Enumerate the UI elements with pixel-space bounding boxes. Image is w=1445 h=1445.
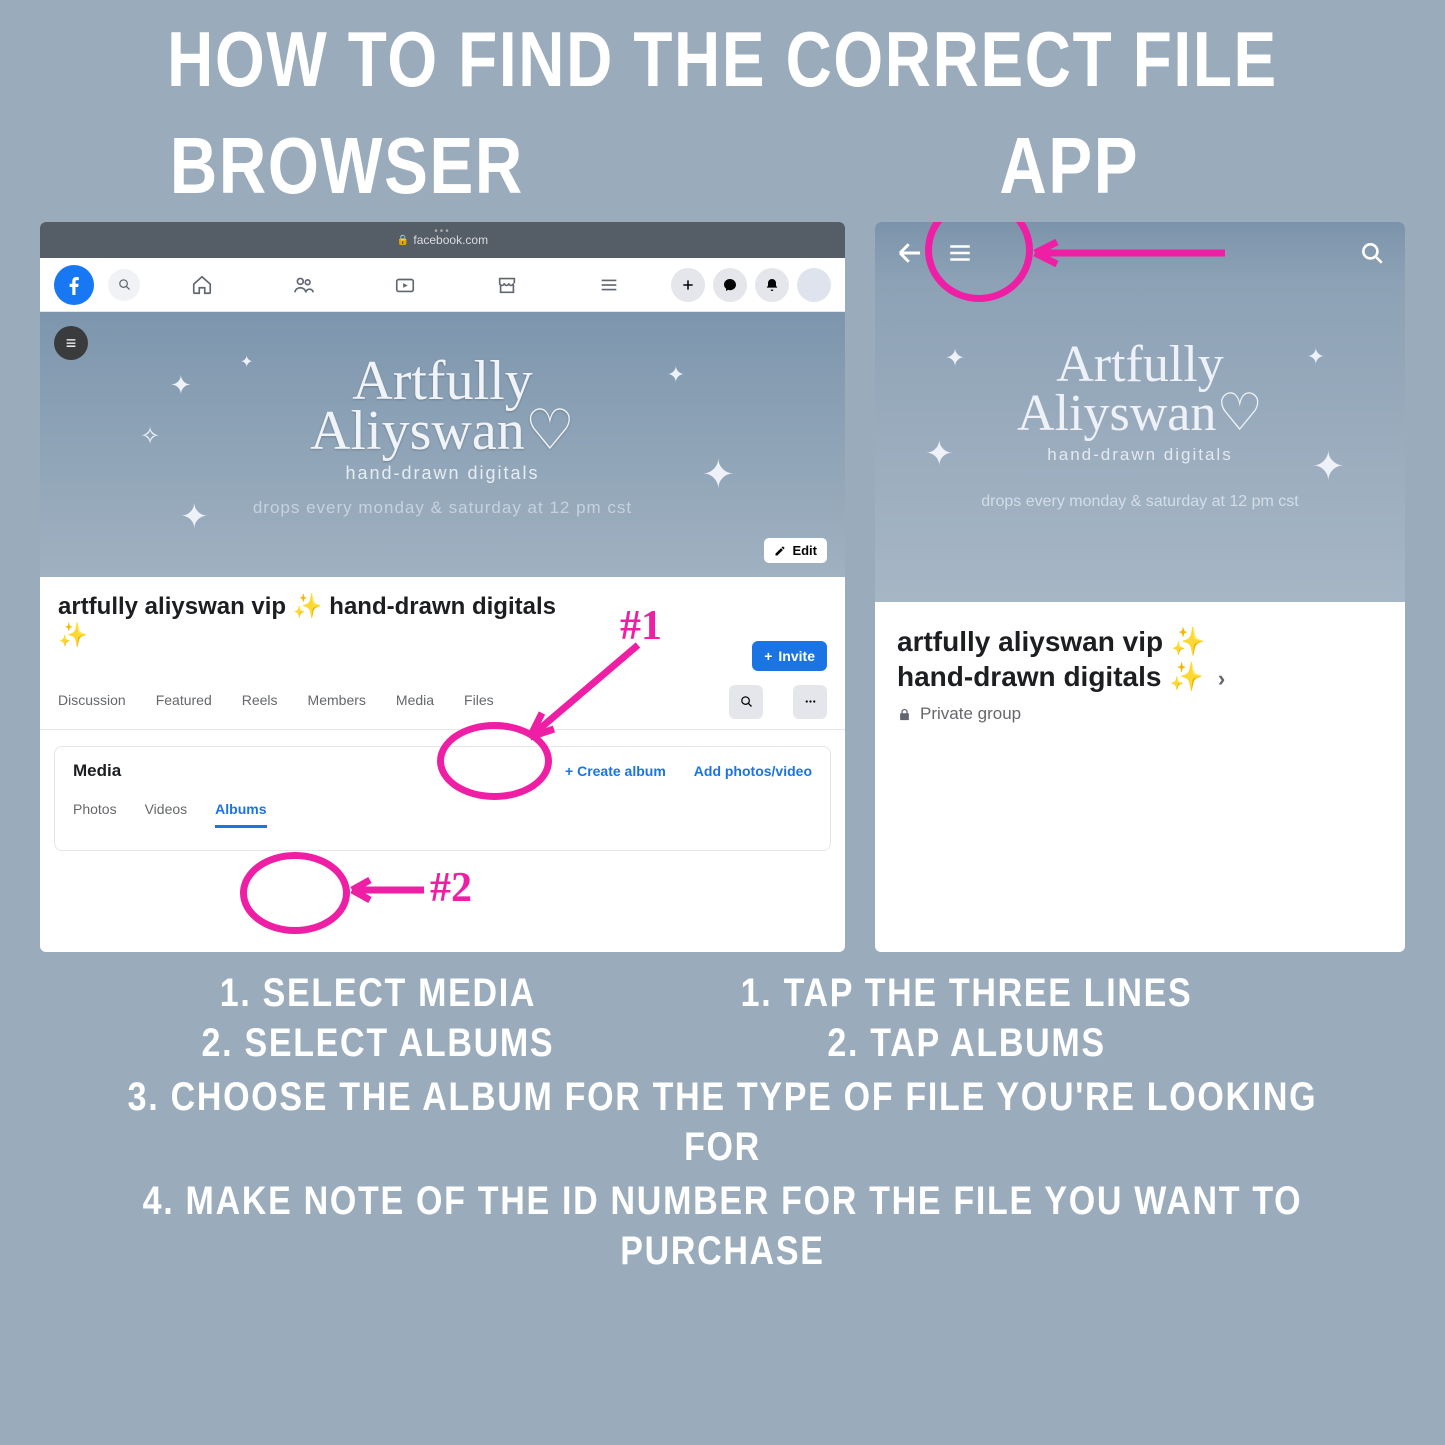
step-browser-1: 1. SELECT MEDIA xyxy=(202,968,555,1018)
app-group-name[interactable]: artfully aliyswan vip ✨ hand-drawn digit… xyxy=(897,624,1383,694)
create-button[interactable] xyxy=(671,268,705,302)
page-title: HOW TO FIND THE CORRECT FILE xyxy=(130,0,1315,98)
step-browser-2: 2. SELECT ALBUMS xyxy=(202,1018,555,1068)
create-album-link[interactable]: Create album xyxy=(565,763,666,779)
add-photos-link[interactable]: Add photos/video xyxy=(694,763,812,779)
tab-media[interactable]: Media xyxy=(396,692,434,722)
subtab-videos[interactable]: Videos xyxy=(145,801,188,828)
watch-icon[interactable] xyxy=(383,263,427,307)
annotation-arrow-app xyxy=(1027,238,1227,268)
media-heading: Media xyxy=(73,761,121,781)
subtab-albums[interactable]: Albums xyxy=(215,801,266,828)
browser-screenshot: ••• 🔒 facebook.com xyxy=(40,222,845,952)
browser-chrome: ••• 🔒 facebook.com xyxy=(40,222,845,258)
group-cover: ≡ ✦ ✦ ✧ ✦ ✦ ✦ Artfully Aliyswan♡ hand-dr… xyxy=(40,312,845,577)
tab-more-button[interactable] xyxy=(793,685,827,719)
facebook-logo-icon[interactable] xyxy=(54,265,94,305)
group-tabs: Discussion Featured Reels Members Media … xyxy=(40,659,845,730)
group-name: artfully aliyswan vip ✨ hand-drawn digit… xyxy=(58,593,578,651)
column-header-browser: BROWSER xyxy=(170,120,524,212)
annotation-label-1: #1 xyxy=(620,602,662,650)
subtab-photos[interactable]: Photos xyxy=(73,801,117,828)
step-app-1: 1. TAP THE THREE LINES xyxy=(741,968,1193,1018)
annotation-arrow-2 xyxy=(346,875,426,905)
app-cover-schedule: drops every monday & saturday at 12 pm c… xyxy=(875,493,1405,511)
invite-button[interactable]: +Invite xyxy=(752,641,827,671)
app-cover: ✦ ✦ ✦ ✦ Artfully Aliyswan♡ hand-drawn di… xyxy=(875,284,1405,602)
annotation-ring-albums xyxy=(240,852,350,934)
search-icon[interactable] xyxy=(1359,240,1385,266)
column-header-app: APP xyxy=(999,120,1139,212)
edit-cover-button[interactable]: Edit xyxy=(764,538,827,563)
notifications-icon[interactable] xyxy=(755,268,789,302)
cover-logo: Artfully Aliyswan♡ xyxy=(40,312,845,457)
facebook-topnav xyxy=(40,258,845,312)
step-shared-4: 4. MAKE NOTE OF THE ID NUMBER FOR THE FI… xyxy=(108,1176,1336,1276)
messenger-icon[interactable] xyxy=(713,268,747,302)
tab-members[interactable]: Members xyxy=(308,692,366,722)
home-icon[interactable] xyxy=(180,263,224,307)
marketplace-icon[interactable] xyxy=(485,263,529,307)
menu-icon[interactable] xyxy=(587,263,631,307)
chevron-right-icon: › xyxy=(1218,666,1225,691)
annotation-label-2: #2 xyxy=(430,864,472,912)
group-menu-badge[interactable]: ≡ xyxy=(54,326,88,360)
step-app-2: 2. TAP ALBUMS xyxy=(741,1018,1193,1068)
app-screenshot: ✦ ✦ ✦ ✦ Artfully Aliyswan♡ hand-drawn di… xyxy=(875,222,1405,952)
tab-files[interactable]: Files xyxy=(464,692,494,722)
tab-reels[interactable]: Reels xyxy=(242,692,278,722)
search-button[interactable] xyxy=(108,269,140,301)
instruction-steps: 1. SELECT MEDIA 2. SELECT ALBUMS 1. TAP … xyxy=(108,968,1336,1276)
lock-icon: 🔒 xyxy=(397,235,409,246)
back-icon[interactable] xyxy=(895,238,925,268)
account-avatar[interactable] xyxy=(797,268,831,302)
step-shared-3: 3. CHOOSE THE ALBUM FOR THE TYPE OF FILE… xyxy=(108,1072,1336,1172)
cover-schedule: drops every monday & saturday at 12 pm c… xyxy=(40,498,845,518)
privacy-label: Private group xyxy=(897,704,1383,724)
annotation-arrow-1 xyxy=(510,637,650,757)
friends-icon[interactable] xyxy=(282,263,326,307)
tab-discussion[interactable]: Discussion xyxy=(58,692,126,722)
tab-search-button[interactable] xyxy=(729,685,763,719)
tab-featured[interactable]: Featured xyxy=(156,692,212,722)
